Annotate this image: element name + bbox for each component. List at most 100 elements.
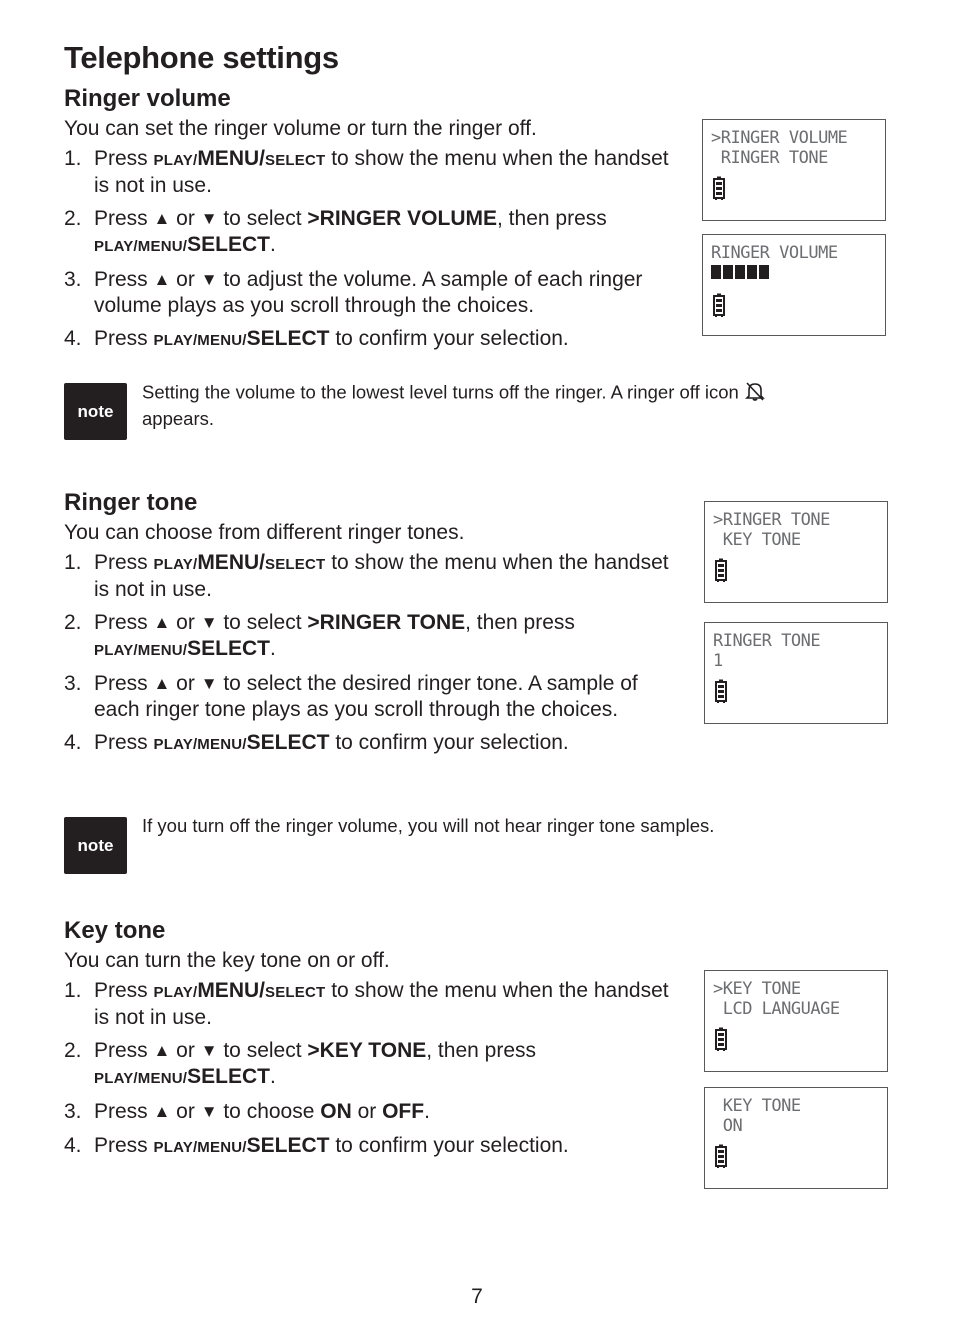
- step-text: , then press: [497, 207, 607, 230]
- step-text: Press: [94, 551, 154, 574]
- key-name: MENU/: [197, 551, 265, 574]
- step-text: , then press: [465, 611, 575, 634]
- step-number: 2.: [64, 611, 82, 634]
- step-text: or: [170, 207, 201, 230]
- note-text-main: If you turn off the ringer volume, you w…: [142, 815, 715, 836]
- step-item: 4. Press PLAY/MENU/SELECT to confirm your…: [64, 1133, 689, 1160]
- battery-icon: [713, 176, 725, 200]
- key-name: SELECT: [264, 556, 326, 573]
- key-name: SELECT: [246, 731, 330, 754]
- step-text: to select: [217, 1039, 308, 1062]
- down-arrow-icon: ▼: [200, 613, 218, 632]
- lcd-text-line: >KEY TONE: [713, 979, 801, 999]
- key-name: PLAY/MENU/: [153, 1139, 247, 1156]
- down-arrow-icon: ▼: [200, 674, 218, 693]
- lcd-text-line: >RINGER TONE: [713, 510, 830, 530]
- lcd-screen-keytone: KEY TONE ON: [704, 1087, 888, 1189]
- key-name: SELECT: [187, 637, 270, 660]
- key-name: SELECT: [187, 233, 270, 256]
- step-text: .: [269, 1065, 276, 1088]
- key-name: PLAY/MENU/: [94, 238, 188, 255]
- key-name: SELECT: [264, 152, 326, 169]
- step-text: Press: [94, 207, 154, 230]
- step-text: Press: [94, 268, 154, 291]
- step-number: 2.: [64, 1039, 82, 1062]
- lcd-screen-volume: RINGER VOLUME: [702, 234, 886, 336]
- down-arrow-icon: ▼: [200, 1102, 218, 1121]
- step-text: to select: [217, 207, 308, 230]
- steps-list: 1. Press PLAY/MENU/SELECT to show the men…: [64, 550, 689, 757]
- lcd-text-line: >RINGER VOLUME: [711, 128, 848, 148]
- key-name: PLAY/: [153, 152, 198, 169]
- step-number: 1.: [64, 551, 82, 574]
- step-text: .: [269, 233, 276, 256]
- step-number: 1.: [64, 979, 82, 1002]
- key-name: PLAY/MENU/: [153, 736, 247, 753]
- note-text: If you turn off the ringer volume, you w…: [142, 814, 882, 837]
- battery-icon: [713, 293, 725, 317]
- volume-bar: [711, 265, 721, 279]
- key-name: SELECT: [246, 1134, 330, 1157]
- step-text: or: [170, 672, 201, 695]
- key-name: PLAY/: [153, 556, 198, 573]
- step-text: to choose: [217, 1100, 321, 1123]
- step-number: 2.: [64, 207, 82, 230]
- down-arrow-icon: ▼: [200, 1041, 218, 1060]
- lcd-text-line: RINGER TONE: [713, 631, 821, 651]
- step-text: or: [351, 1100, 383, 1123]
- up-arrow-icon: ▲: [153, 209, 171, 228]
- step-item: 4. Press PLAY/MENU/SELECT to confirm your…: [64, 730, 689, 757]
- step-number: 3.: [64, 672, 82, 695]
- step-text: or: [170, 1039, 201, 1062]
- key-name: SELECT: [264, 984, 326, 1001]
- menu-option: >RINGER VOLUME: [307, 207, 498, 230]
- key-name: SELECT: [187, 1065, 270, 1088]
- battery-icon: [715, 1027, 727, 1051]
- step-number: 1.: [64, 147, 82, 170]
- step-item: 2. Press ▲ or ▼ to select >RINGER TONE, t…: [64, 610, 689, 663]
- note-text-tail: appears.: [142, 408, 214, 429]
- step-text: Press: [94, 1100, 154, 1123]
- steps-list: 1. Press PLAY/MENU/SELECT to show the men…: [64, 978, 689, 1160]
- step-text: Press: [94, 611, 154, 634]
- up-arrow-icon: ▲: [153, 1041, 171, 1060]
- note-text-main: Setting the volume to the lowest level t…: [142, 381, 739, 403]
- step-text: Press: [94, 672, 154, 695]
- menu-option: ON: [320, 1100, 352, 1123]
- step-text: , then press: [426, 1039, 536, 1062]
- battery-icon: [715, 1144, 727, 1168]
- page-title: Telephone settings: [64, 40, 339, 75]
- up-arrow-icon: ▲: [153, 1102, 171, 1121]
- key-name: PLAY/: [153, 984, 198, 1001]
- step-text: or: [170, 1100, 201, 1123]
- menu-option: >KEY TONE: [307, 1039, 427, 1062]
- step-text: Press: [94, 327, 154, 350]
- menu-option: OFF: [382, 1100, 425, 1123]
- battery-icon: [715, 679, 727, 703]
- step-text: Press: [94, 731, 154, 754]
- lcd-text-line: 1: [713, 651, 723, 671]
- menu-option: >RINGER TONE: [307, 611, 466, 634]
- key-name: PLAY/MENU/: [94, 642, 188, 659]
- volume-bar: [747, 265, 757, 279]
- lcd-screen-menu: >KEY TONE LCD LANGUAGE: [704, 970, 888, 1072]
- step-text: Press: [94, 147, 154, 170]
- lcd-text-line: ON: [713, 1116, 743, 1136]
- step-text: or: [170, 611, 201, 634]
- step-text: Press: [94, 1134, 154, 1157]
- note-badge: note: [64, 817, 127, 874]
- note-badge: note: [64, 383, 127, 440]
- lcd-screen-menu: >RINGER VOLUME RINGER TONE: [702, 119, 886, 221]
- ringer-off-icon: [744, 380, 766, 407]
- note-text: Setting the volume to the lowest level t…: [142, 380, 882, 430]
- lcd-text-line: LCD LANGUAGE: [713, 999, 840, 1019]
- step-text: or: [170, 268, 201, 291]
- section-heading: Key tone: [64, 917, 166, 944]
- steps-list: 1. Press PLAY/MENU/SELECT to show the men…: [64, 146, 689, 353]
- step-text: to confirm your selection.: [329, 327, 569, 350]
- step-text: .: [269, 637, 276, 660]
- step-item: 3. Press ▲ or ▼ to choose ON or OFF.: [64, 1099, 689, 1125]
- note-label: note: [77, 401, 114, 421]
- lcd-screen-tone: RINGER TONE 1: [704, 622, 888, 724]
- key-name: PLAY/MENU/: [94, 1070, 188, 1087]
